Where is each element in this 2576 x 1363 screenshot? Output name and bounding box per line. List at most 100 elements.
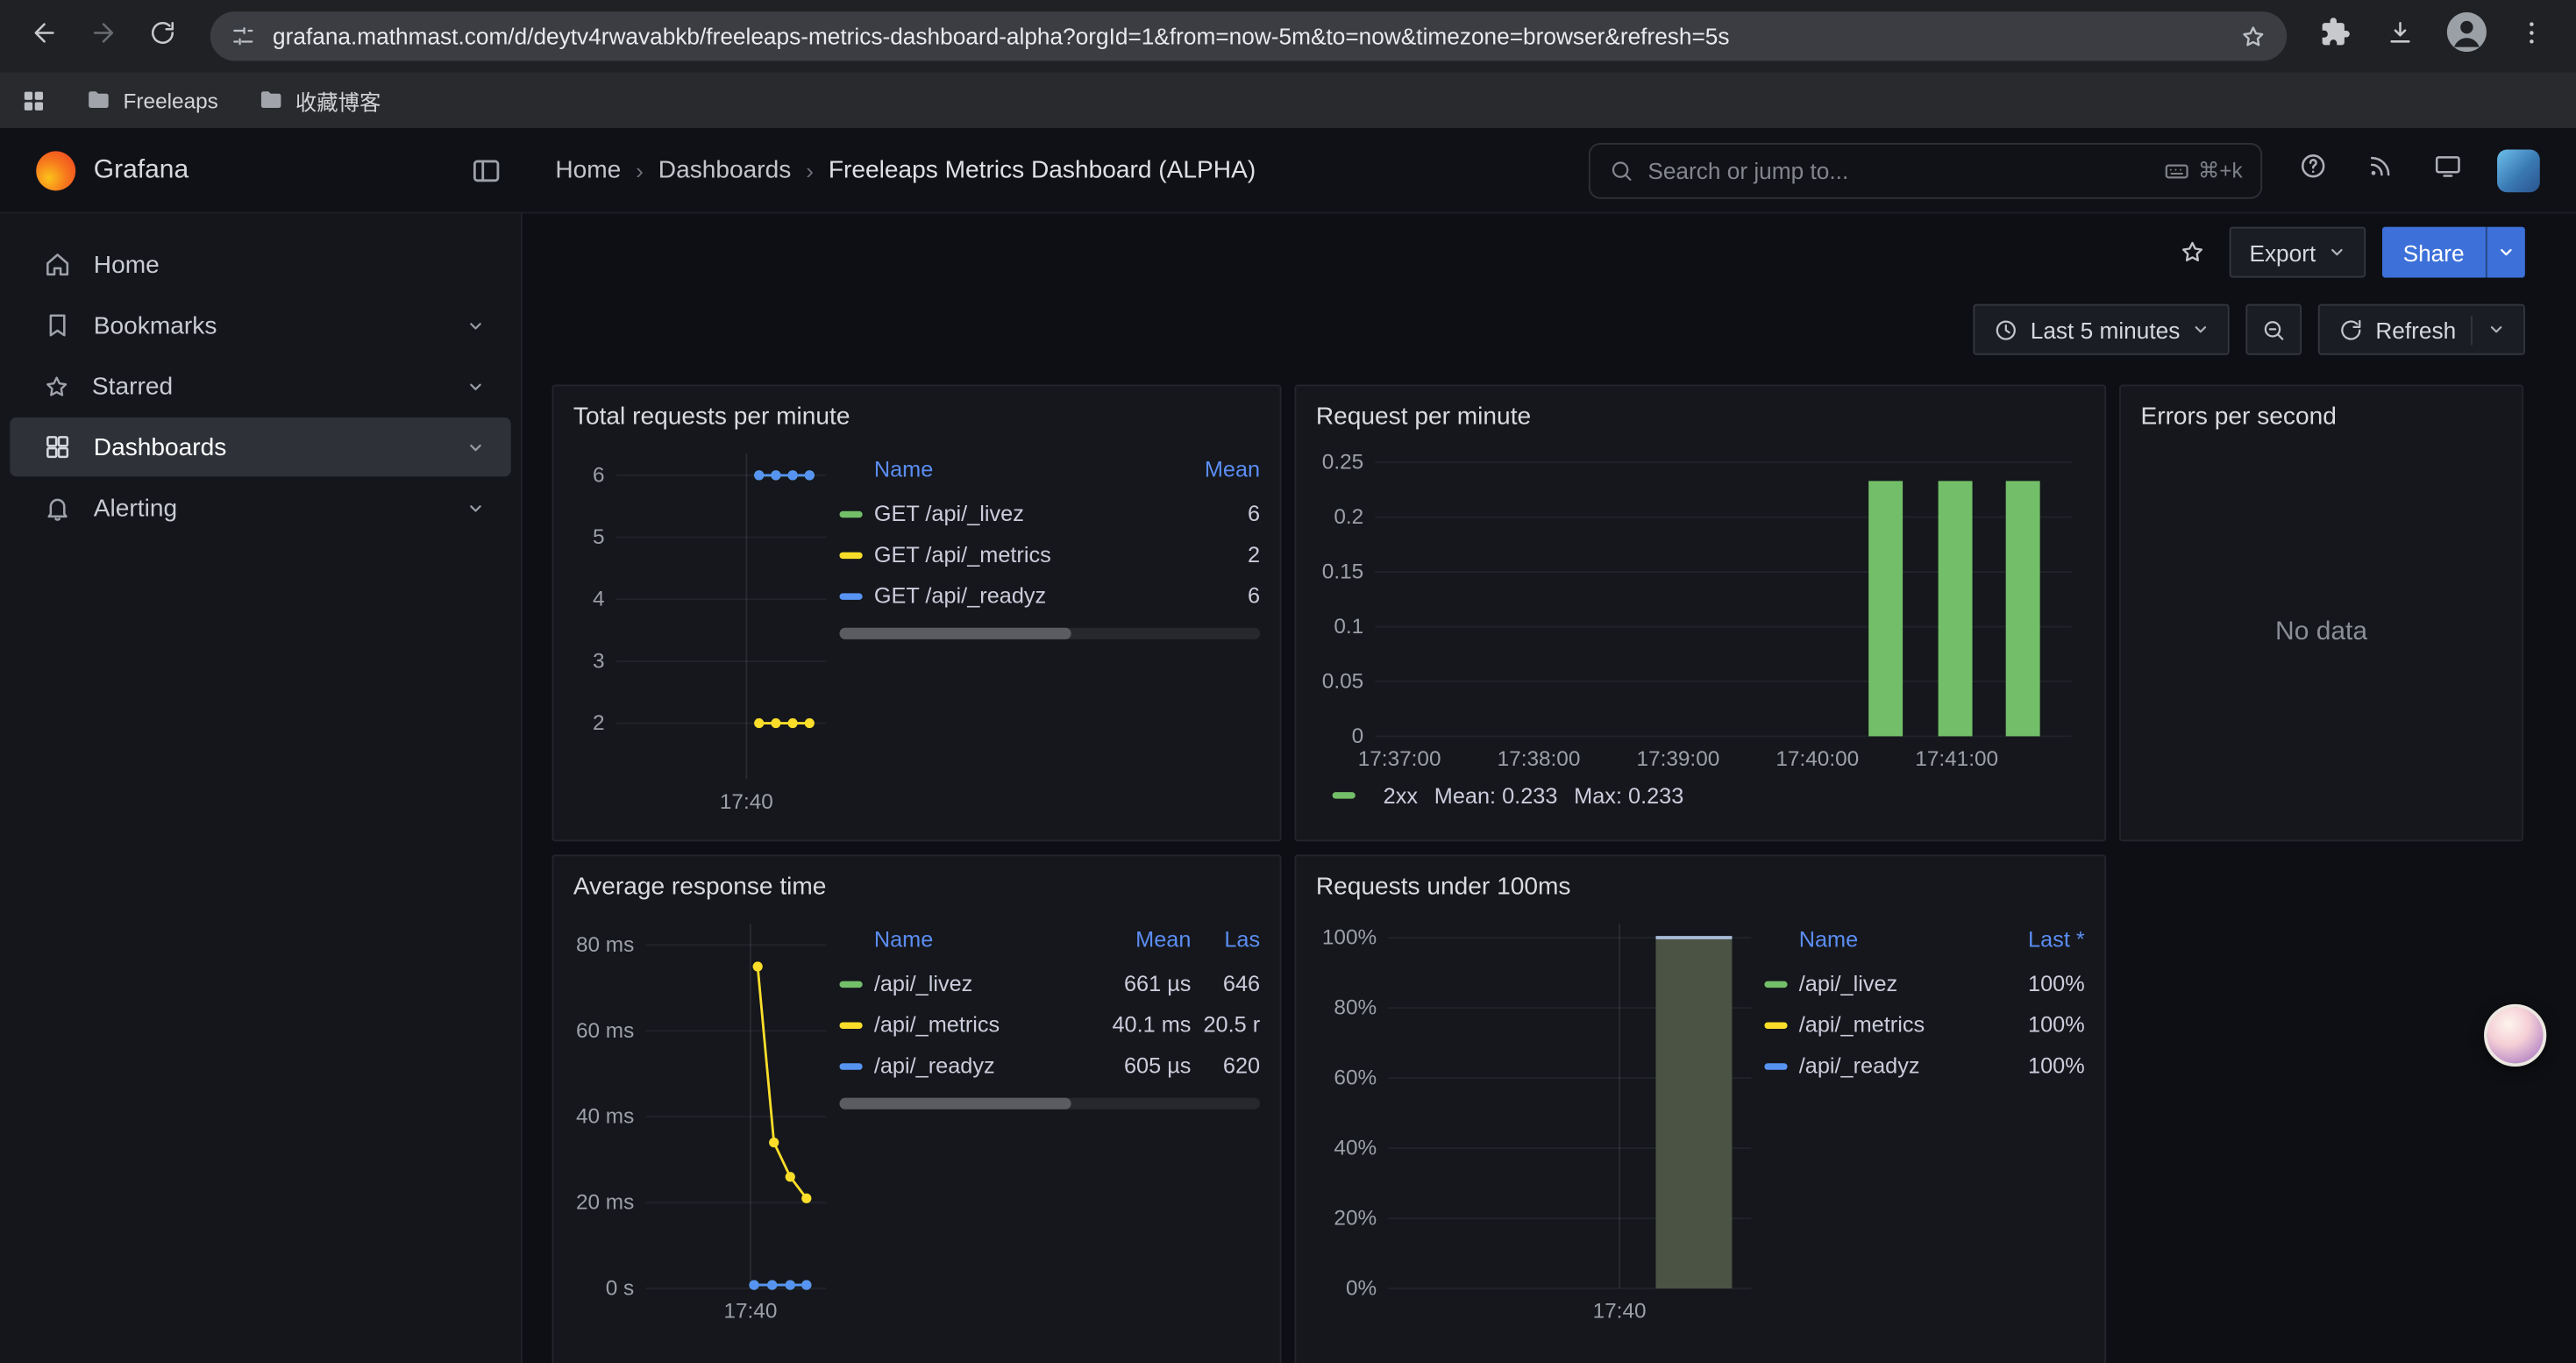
legend-header-row: NameMeanLas	[839, 927, 1260, 963]
sidebar-item-label: Dashboards	[94, 433, 227, 461]
news-button[interactable]	[2352, 142, 2409, 198]
legend-column-header[interactable]: Mean	[1168, 457, 1260, 482]
bar-chart[interactable]: 100%80%60%40%20%0%17:40	[1316, 907, 1765, 1328]
legend-row[interactable]: /api/_livez100%	[1764, 963, 2084, 1004]
site-controls-icon[interactable]	[230, 23, 256, 49]
bell-icon	[43, 493, 73, 523]
zoom-out-icon	[2260, 317, 2287, 343]
bar-chart[interactable]: 0.250.20.150.10.05017:37:0017:38:0017:39…	[1316, 437, 2085, 775]
breadcrumb: Home›Dashboards›Freeleaps Metrics Dashbo…	[523, 156, 1589, 184]
legend-row[interactable]: /api/_metrics100%	[1764, 1004, 2084, 1045]
panel-title[interactable]: Total requests per minute	[573, 396, 1260, 438]
legend-row[interactable]: GET /api/_metrics2	[839, 534, 1260, 575]
export-button[interactable]: Export	[2230, 227, 2366, 278]
legend-scrollbar[interactable]	[839, 628, 1260, 639]
sidebar-toggle-icon[interactable]	[470, 153, 502, 186]
series-color-dash	[839, 1022, 862, 1028]
timeseries-chart[interactable]: 80 ms60 ms40 ms20 ms0 s17:40	[573, 907, 840, 1328]
share-button[interactable]: Share	[2381, 227, 2486, 278]
browser-menu-button[interactable]	[2504, 8, 2560, 64]
legend-row[interactable]: /api/_livez661 µs646	[839, 963, 1260, 1004]
url-bar[interactable]: grafana.mathmast.com/d/deytv4rwavabkb/fr…	[210, 11, 2287, 61]
refresh-button-group[interactable]: Refresh	[2318, 304, 2525, 355]
kebab-menu-icon	[2517, 18, 2547, 55]
search-input[interactable]	[1647, 157, 2150, 183]
series-color-dash	[839, 592, 862, 598]
legend-value: 620	[1191, 1053, 1260, 1078]
refresh-label: Refresh	[2375, 317, 2456, 343]
chevron-down-icon	[2487, 320, 2506, 339]
help-button[interactable]	[2285, 142, 2341, 198]
zoom-out-button[interactable]	[2245, 304, 2302, 355]
chevron-down-icon[interactable]	[466, 438, 485, 456]
panel-title[interactable]: Average response time	[573, 866, 1260, 907]
legend-scrollbar[interactable]	[839, 1098, 1260, 1110]
legend-column-header[interactable]: Name	[874, 457, 1168, 482]
legend-row[interactable]: GET /api/_livez6	[839, 493, 1260, 534]
user-avatar[interactable]	[2497, 149, 2540, 192]
chevron-down-icon[interactable]	[466, 499, 485, 517]
breadcrumb-item[interactable]: Dashboards	[658, 156, 792, 184]
legend-2xx-dash	[1333, 792, 1356, 798]
star-icon	[43, 372, 71, 400]
legend-series-name[interactable]: 2xx	[1384, 783, 1418, 808]
grafana-logo-block: Grafana	[0, 150, 523, 189]
panel-grid: Total requests per minute 6543217:40 Nam…	[523, 384, 2576, 1363]
back-button[interactable]	[17, 8, 73, 64]
legend-row[interactable]: /api/_readyz100%	[1764, 1045, 2084, 1087]
assistant-avatar-bubble[interactable]	[2484, 1004, 2546, 1067]
search-box[interactable]: ⌘+k	[1589, 142, 2262, 198]
panel-title[interactable]: Request per minute	[1316, 396, 2085, 438]
tv-mode-button[interactable]	[2420, 142, 2476, 198]
legend-row[interactable]: /api/_readyz605 µs620	[839, 1045, 1260, 1087]
legend-column-header[interactable]: Last *	[1993, 927, 2085, 952]
time-range-picker[interactable]: Last 5 minutes	[1973, 304, 2229, 355]
legend-series-name: /api/_readyz	[874, 1053, 1089, 1078]
bookmark-star-icon[interactable]	[2239, 22, 2267, 50]
profile-button[interactable]	[2438, 8, 2494, 64]
downloads-button[interactable]	[2373, 8, 2429, 64]
sidebar-item-alerting[interactable]: Alerting	[10, 478, 510, 537]
sidebar-item-starred[interactable]: Starred	[10, 357, 510, 416]
apps-grid-icon[interactable]	[19, 86, 47, 114]
scrollbar-thumb[interactable]	[839, 628, 1071, 639]
grafana-logo[interactable]	[36, 150, 75, 189]
browser-toolbar-right	[2307, 8, 2560, 64]
legend-column-header[interactable]: Mean	[1089, 927, 1191, 952]
chevron-down-icon[interactable]	[466, 377, 485, 396]
legend-column-header[interactable]: Name	[874, 927, 1089, 952]
url-text[interactable]: grafana.mathmast.com/d/deytv4rwavabkb/fr…	[273, 23, 2223, 49]
forward-icon	[89, 18, 118, 55]
sidebar-item-home[interactable]: Home	[10, 235, 510, 294]
reload-button[interactable]	[135, 8, 191, 64]
svg-text:80%: 80%	[1334, 996, 1377, 1020]
extensions-button[interactable]	[2307, 8, 2363, 64]
scrollbar-thumb[interactable]	[839, 1098, 1071, 1110]
panel-title[interactable]: Errors per second	[2140, 396, 2501, 438]
breadcrumb-item[interactable]: Home	[555, 156, 621, 184]
legend-row[interactable]: /api/_metrics40.1 ms20.5 r	[839, 1004, 1260, 1045]
profile-avatar-icon	[2445, 11, 2487, 61]
legend-header-row: NameLast *	[1764, 927, 2084, 963]
bookmark-item[interactable]: 收藏博客	[246, 80, 393, 121]
legend-row[interactable]: GET /api/_readyz6	[839, 575, 1260, 617]
sidebar-item-bookmarks[interactable]: Bookmarks	[10, 296, 510, 354]
favorite-dashboard-button[interactable]	[2172, 232, 2213, 273]
legend-column-header[interactable]: Name	[1799, 927, 1993, 952]
legend-inline: 2xx Mean: 0.233 Max: 0.233	[1316, 775, 2085, 815]
legend-value: 20.5 r	[1191, 1012, 1260, 1037]
legend-column-header[interactable]: Las	[1191, 927, 1260, 952]
panel-requests-under-100ms: Requests under 100ms 100%80%60%40%20%0%1…	[1294, 854, 2106, 1363]
panel-title[interactable]: Requests under 100ms	[1316, 866, 2085, 907]
back-icon	[30, 18, 60, 55]
sidebar-item-dashboards[interactable]: Dashboards	[10, 417, 510, 476]
bookmark-item[interactable]: Freeleaps	[74, 82, 230, 118]
browser-toolbar: grafana.mathmast.com/d/deytv4rwavabkb/fr…	[0, 0, 2576, 72]
svg-text:17:40: 17:40	[1593, 1300, 1647, 1324]
legend-table: NameMeanLas/api/_livez661 µs646/api/_met…	[839, 927, 1260, 1363]
breadcrumb-separator: ›	[806, 157, 814, 183]
share-menu-button[interactable]	[2486, 227, 2525, 278]
chevron-down-icon[interactable]	[466, 317, 485, 335]
timeseries-chart[interactable]: 6543217:40	[573, 437, 840, 818]
forward-button[interactable]	[75, 8, 132, 64]
